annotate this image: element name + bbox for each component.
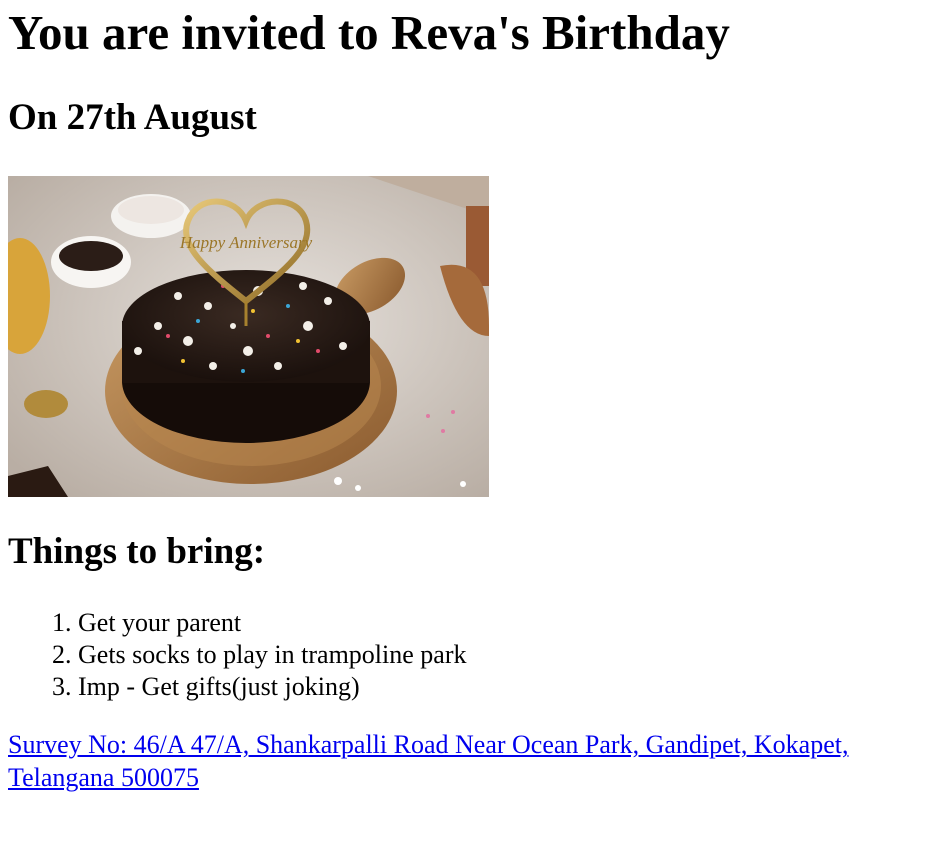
list-item: Gets socks to play in trampoline park: [78, 639, 935, 671]
page-content: You are invited to Reva's Birthday On 27…: [0, 5, 943, 794]
address-container: Survey No: 46/A 47/A, Shankarpalli Road …: [8, 728, 933, 794]
cake-topper-text: Happy Anniversary: [179, 233, 313, 252]
things-to-bring-heading: Things to bring:: [8, 530, 266, 572]
birthday-cake-image: Happy Anniversary: [8, 175, 489, 497]
things-list: Get your parent Gets socks to play in tr…: [8, 607, 935, 703]
address-link[interactable]: Survey No: 46/A 47/A, Shankarpalli Road …: [8, 730, 848, 792]
page-title: You are invited to Reva's Birthday: [8, 5, 730, 60]
list-item: Get your parent: [78, 607, 935, 639]
event-date-heading: On 27th August: [8, 97, 257, 139]
list-item: Imp - Get gifts(just joking): [78, 671, 935, 703]
